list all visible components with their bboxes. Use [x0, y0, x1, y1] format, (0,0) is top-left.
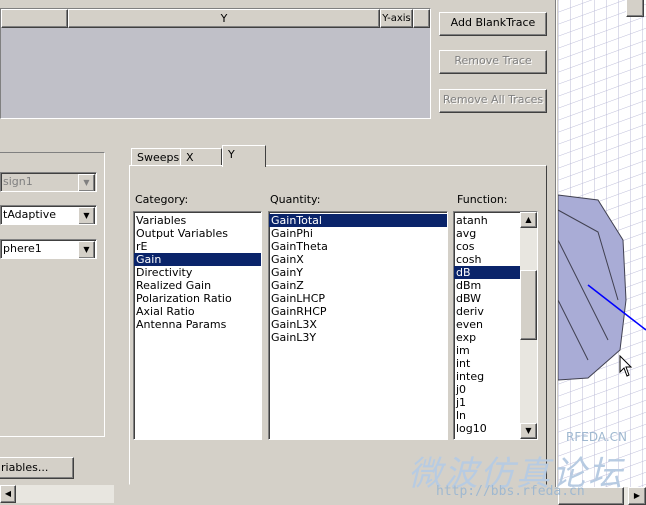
- quantity-list-item[interactable]: GainTheta: [269, 240, 447, 253]
- quantity-list-item[interactable]: GainZ: [269, 279, 447, 292]
- quantity-list-item[interactable]: GainPhi: [269, 227, 447, 240]
- panel-divider: [555, 0, 557, 487]
- design-combo[interactable]: sign1 ▼: [0, 172, 97, 192]
- scroll-thumb[interactable]: [520, 270, 537, 340]
- trace-table-header-blank[interactable]: [1, 9, 68, 28]
- function-list-item[interactable]: avg: [454, 227, 520, 240]
- quantity-list-item[interactable]: GainL3Y: [269, 331, 447, 344]
- quantity-list-item[interactable]: GainRHCP: [269, 305, 447, 318]
- function-list-item[interactable]: dBW: [454, 292, 520, 305]
- trace-table-header-extra: [413, 9, 430, 28]
- viewport-scroll-up-icon[interactable]: [626, 0, 644, 17]
- geometry-combo[interactable]: phere1 ▼: [0, 239, 97, 259]
- context-group-box: [0, 152, 105, 437]
- function-list-item[interactable]: ln: [454, 409, 520, 422]
- solution-combo[interactable]: tAdaptive ▼: [0, 205, 97, 225]
- add-blank-trace-button[interactable]: Add BlankTrace: [439, 12, 547, 36]
- function-list-item[interactable]: atanh: [454, 214, 520, 227]
- quantity-label: Quantity:: [270, 193, 321, 206]
- tab-y[interactable]: Y: [222, 145, 266, 167]
- function-list-item[interactable]: im: [454, 344, 520, 357]
- function-list-item[interactable]: deriv: [454, 305, 520, 318]
- remove-all-traces-button[interactable]: Remove All Traces: [439, 89, 547, 113]
- quantity-list-item[interactable]: GainY: [269, 266, 447, 279]
- function-list-item[interactable]: j1: [454, 396, 520, 409]
- chevron-down-icon[interactable]: ▼: [78, 207, 95, 224]
- chevron-down-icon[interactable]: ▼: [78, 174, 95, 191]
- function-list-item[interactable]: dB: [454, 266, 520, 279]
- function-label: Function:: [457, 193, 508, 206]
- category-list-item[interactable]: Directivity: [134, 266, 261, 279]
- quantity-list[interactable]: GainTotal GainPhi GainTheta GainX GainY GainZ…: [268, 211, 448, 440]
- category-list-item[interactable]: Polarization Ratio: [134, 292, 261, 305]
- function-list-item[interactable]: integ: [454, 370, 520, 383]
- function-list[interactable]: atanh avg cos cosh dB dBm dBW deriv even exp im int…: [453, 211, 538, 440]
- function-list-item[interactable]: int: [454, 357, 520, 370]
- function-list-item[interactable]: log10: [454, 422, 520, 435]
- trace-table-header-y[interactable]: Y: [68, 9, 380, 28]
- trace-table-body[interactable]: [1, 28, 430, 118]
- scroll-thumb-horizontal[interactable]: [558, 487, 624, 505]
- category-list[interactable]: Variables Output Variables rE Gain Directivi…: [133, 211, 262, 440]
- category-list-item[interactable]: Variables: [134, 214, 261, 227]
- scroll-right-icon[interactable]: ▶: [628, 487, 646, 505]
- category-list-item[interactable]: Output Variables: [134, 227, 261, 240]
- category-list-item[interactable]: rE: [134, 240, 261, 253]
- trace-table-header-y-axis[interactable]: Y-axis: [380, 9, 413, 28]
- function-list-item[interactable]: even: [454, 318, 520, 331]
- chevron-down-icon[interactable]: ▼: [78, 241, 95, 258]
- quantity-list-item[interactable]: GainL3X: [269, 318, 447, 331]
- geometry-combo-value: phere1: [3, 242, 42, 255]
- right-horizontal-scrollbar[interactable]: ▶: [558, 487, 646, 505]
- tab-sweeps[interactable]: Sweeps: [131, 148, 186, 166]
- category-label: Category:: [135, 193, 189, 206]
- radiation-pattern-plot: [558, 0, 646, 487]
- 3d-viewport[interactable]: [558, 0, 646, 487]
- category-list-item[interactable]: Axial Ratio: [134, 305, 261, 318]
- function-list-item[interactable]: dBm: [454, 279, 520, 292]
- output-variables-button[interactable]: riables...: [0, 457, 74, 479]
- category-list-item[interactable]: Realized Gain: [134, 279, 261, 292]
- function-list-item[interactable]: exp: [454, 331, 520, 344]
- function-list-item[interactable]: cos: [454, 240, 520, 253]
- function-list-item[interactable]: cosh: [454, 253, 520, 266]
- trace-table[interactable]: Y Y-axis: [0, 8, 431, 119]
- scroll-left-icon[interactable]: ◀: [0, 485, 16, 503]
- quantity-list-item[interactable]: GainX: [269, 253, 447, 266]
- function-list-item[interactable]: j0: [454, 383, 520, 396]
- quantity-list-item[interactable]: GainTotal: [269, 214, 447, 227]
- scroll-down-icon[interactable]: ▼: [520, 423, 537, 439]
- left-horizontal-scrollbar[interactable]: ◀: [0, 485, 114, 503]
- design-combo-value: sign1: [3, 175, 33, 188]
- category-list-item[interactable]: Gain: [134, 253, 261, 266]
- function-scrollbar[interactable]: ▲ ▼: [520, 212, 537, 439]
- tab-x[interactable]: X: [180, 148, 222, 166]
- category-list-item[interactable]: Antenna Params: [134, 318, 261, 331]
- remove-trace-button[interactable]: Remove Trace: [439, 50, 547, 74]
- scroll-up-icon[interactable]: ▲: [520, 212, 537, 228]
- quantity-list-item[interactable]: GainLHCP: [269, 292, 447, 305]
- solution-combo-value: tAdaptive: [3, 208, 56, 221]
